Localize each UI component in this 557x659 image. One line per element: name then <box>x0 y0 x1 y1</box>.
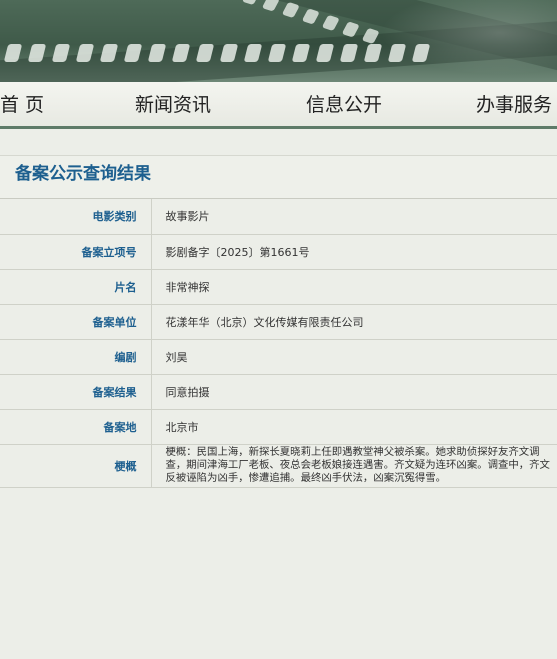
row-label: 备案地 <box>0 409 152 445</box>
header-banner <box>0 0 557 82</box>
row-label: 备案结果 <box>0 374 152 410</box>
row-label: 梗概 <box>0 444 152 488</box>
row-value: 故事影片 <box>151 199 557 235</box>
nav-item-info-disclosure[interactable]: 信息公开 <box>306 90 382 117</box>
banner-highlight <box>360 0 557 82</box>
table-row-filing-number: 备案立项号 影剧备字〔2025〕第1661号 <box>0 234 557 270</box>
row-label: 备案立项号 <box>0 234 152 270</box>
nav-item-news[interactable]: 新闻资讯 <box>135 90 211 117</box>
record-table: 电影类别 故事影片 备案立项号 影剧备字〔2025〕第1661号 片名 非常神探… <box>0 199 557 488</box>
row-label: 片名 <box>0 269 152 305</box>
row-value: 非常神探 <box>151 269 557 305</box>
row-value: 北京市 <box>151 409 557 445</box>
row-value: 花漾年华（北京）文化传媒有限责任公司 <box>151 304 557 340</box>
table-row-film-title: 片名 非常神探 <box>0 269 557 305</box>
row-label: 备案单位 <box>0 304 152 340</box>
table-row-screenwriter: 编剧 刘昊 <box>0 339 557 375</box>
row-value: 刘昊 <box>151 339 557 375</box>
nav-item-services[interactable]: 办事服务 <box>476 90 552 117</box>
table-row-filing-location: 备案地 北京市 <box>0 409 557 445</box>
nav-item-home[interactable]: 首 页 <box>0 90 44 117</box>
row-value: 同意拍摄 <box>151 374 557 410</box>
table-row-filing-unit: 备案单位 花漾年华（北京）文化传媒有限责任公司 <box>0 304 557 340</box>
table-row-film-category: 电影类别 故事影片 <box>0 199 557 235</box>
table-row-filing-result: 备案结果 同意拍摄 <box>0 374 557 410</box>
main-nav: 首 页 新闻资讯 信息公开 办事服务 <box>0 82 557 129</box>
row-label: 电影类别 <box>0 199 152 235</box>
table-row-synopsis: 梗概 梗概：民国上海，新探长夏晓莉上任即遇教堂神父被杀案。她求助侦探好友齐文调查… <box>0 444 557 488</box>
page-title: 备案公示查询结果 <box>15 164 151 184</box>
row-value: 影剧备字〔2025〕第1661号 <box>151 234 557 270</box>
row-label: 编剧 <box>0 339 152 375</box>
result-panel: 备案公示查询结果 电影类别 故事影片 备案立项号 影剧备字〔2025〕第1661… <box>0 155 557 488</box>
row-value: 梗概：民国上海，新探长夏晓莉上任即遇教堂神父被杀案。她求助侦探好友齐文调查，期间… <box>151 444 557 488</box>
title-row: 备案公示查询结果 <box>0 156 557 199</box>
